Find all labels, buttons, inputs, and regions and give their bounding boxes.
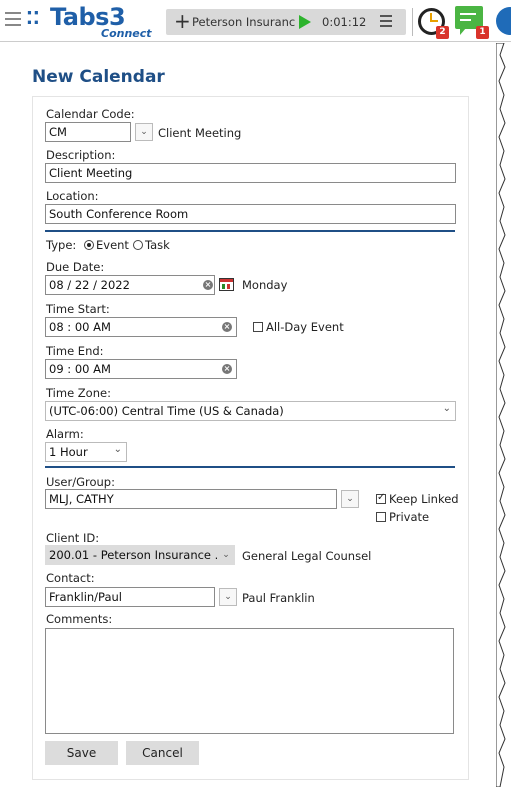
timer-client[interactable]: Peterson Insuranc [192, 15, 297, 29]
client-desc: General Legal Counsel [242, 549, 372, 563]
checkbox-icon [376, 512, 386, 522]
chevron-down-icon: ⌄ [442, 403, 451, 414]
cancel-button[interactable]: Cancel [126, 741, 199, 765]
client-id-dropdown-icon[interactable]: ⌄ [217, 546, 235, 564]
timer-list-icon[interactable] [376, 15, 392, 29]
page-title: New Calendar [32, 67, 165, 87]
time-zone-select[interactable]: (UTC-06:00) Central Time (US & Canada) ⌄ [45, 401, 456, 421]
play-icon[interactable] [299, 15, 311, 29]
section-divider [45, 230, 455, 232]
torn-edge [496, 43, 506, 787]
time-start-input[interactable]: 08 : 00 AM [45, 317, 237, 337]
private-checkbox[interactable]: Private [376, 510, 429, 524]
contact-desc: Paul Franklin [242, 591, 315, 605]
type-task-radio[interactable]: Task [133, 238, 170, 252]
save-button[interactable]: Save [45, 741, 118, 765]
checkbox-checked-icon [376, 492, 386, 504]
radio-icon [133, 240, 143, 250]
time-end-label: Time End: [46, 344, 104, 358]
all-day-checkbox[interactable]: All-Day Event [253, 320, 344, 334]
client-id-input[interactable]: 200.01 - Peterson Insurance ... [45, 545, 235, 565]
clear-time-end-icon[interactable]: × [222, 364, 232, 374]
messages-badge: 1 [476, 26, 489, 39]
description-label: Description: [46, 148, 116, 162]
reminders-badge: 2 [436, 26, 449, 39]
contact-input[interactable]: Franklin/Paul [45, 587, 215, 607]
time-zone-label: Time Zone: [46, 386, 111, 400]
logo-mark-icon: ⁚⁚ [26, 8, 40, 29]
keep-linked-checkbox[interactable]: Keep Linked [376, 492, 459, 506]
due-day: Monday [242, 278, 288, 292]
chevron-down-icon: ⌄ [113, 444, 122, 455]
comments-textarea[interactable] [45, 628, 454, 734]
logo-subtext: Connect [101, 27, 152, 40]
due-date-label: Due Date: [46, 260, 105, 274]
calendar-code-input[interactable]: CM [45, 122, 131, 142]
contact-dropdown-icon[interactable]: ⌄ [219, 588, 237, 606]
timer-time: 0:01:12 [322, 15, 367, 29]
type-event-radio[interactable]: Event [84, 238, 129, 252]
user-group-input[interactable]: MLJ, CATHY [45, 489, 337, 509]
alarm-select[interactable]: 1 Hour ⌄ [45, 442, 127, 462]
user-avatar[interactable] [496, 7, 511, 35]
contact-label: Contact: [46, 571, 95, 585]
app-header: ⁚⁚ Tabs3 Connect + Peterson Insuranc 0:0… [0, 0, 511, 42]
user-group-label: User/Group: [46, 475, 115, 489]
tabs3-logo[interactable]: ⁚⁚ Tabs3 Connect [26, 3, 158, 40]
calendar-code-desc: Client Meeting [158, 126, 242, 140]
messages-button[interactable]: 1 [455, 4, 491, 40]
location-label: Location: [46, 189, 99, 203]
calendar-code-label: Calendar Code: [46, 107, 135, 121]
calendar-picker-icon[interactable] [219, 278, 234, 291]
location-input[interactable]: South Conference Room [45, 204, 456, 224]
add-timer-button[interactable]: + [174, 10, 191, 32]
comments-label: Comments: [46, 612, 113, 626]
menu-icon[interactable] [5, 12, 21, 26]
time-start-label: Time Start: [46, 302, 110, 316]
reminders-button[interactable]: 2 [415, 4, 449, 40]
section-divider [45, 466, 455, 468]
due-date-input[interactable]: 08 / 22 / 2022 [45, 275, 215, 295]
clear-date-icon[interactable]: × [203, 280, 213, 290]
alarm-label: Alarm: [46, 427, 84, 441]
clear-time-start-icon[interactable]: × [222, 322, 232, 332]
description-input[interactable]: Client Meeting [45, 163, 456, 183]
radio-selected-icon [84, 240, 94, 250]
calendar-code-dropdown-icon[interactable]: ⌄ [135, 123, 153, 141]
timer-bar: + Peterson Insuranc 0:01:12 [166, 9, 406, 35]
checkbox-icon [253, 322, 263, 332]
time-end-input[interactable]: 09 : 00 AM [45, 359, 237, 379]
type-label: Type: [46, 238, 77, 252]
client-id-label: Client ID: [46, 531, 100, 545]
user-group-dropdown-icon[interactable]: ⌄ [341, 490, 359, 508]
header-divider [412, 8, 413, 36]
